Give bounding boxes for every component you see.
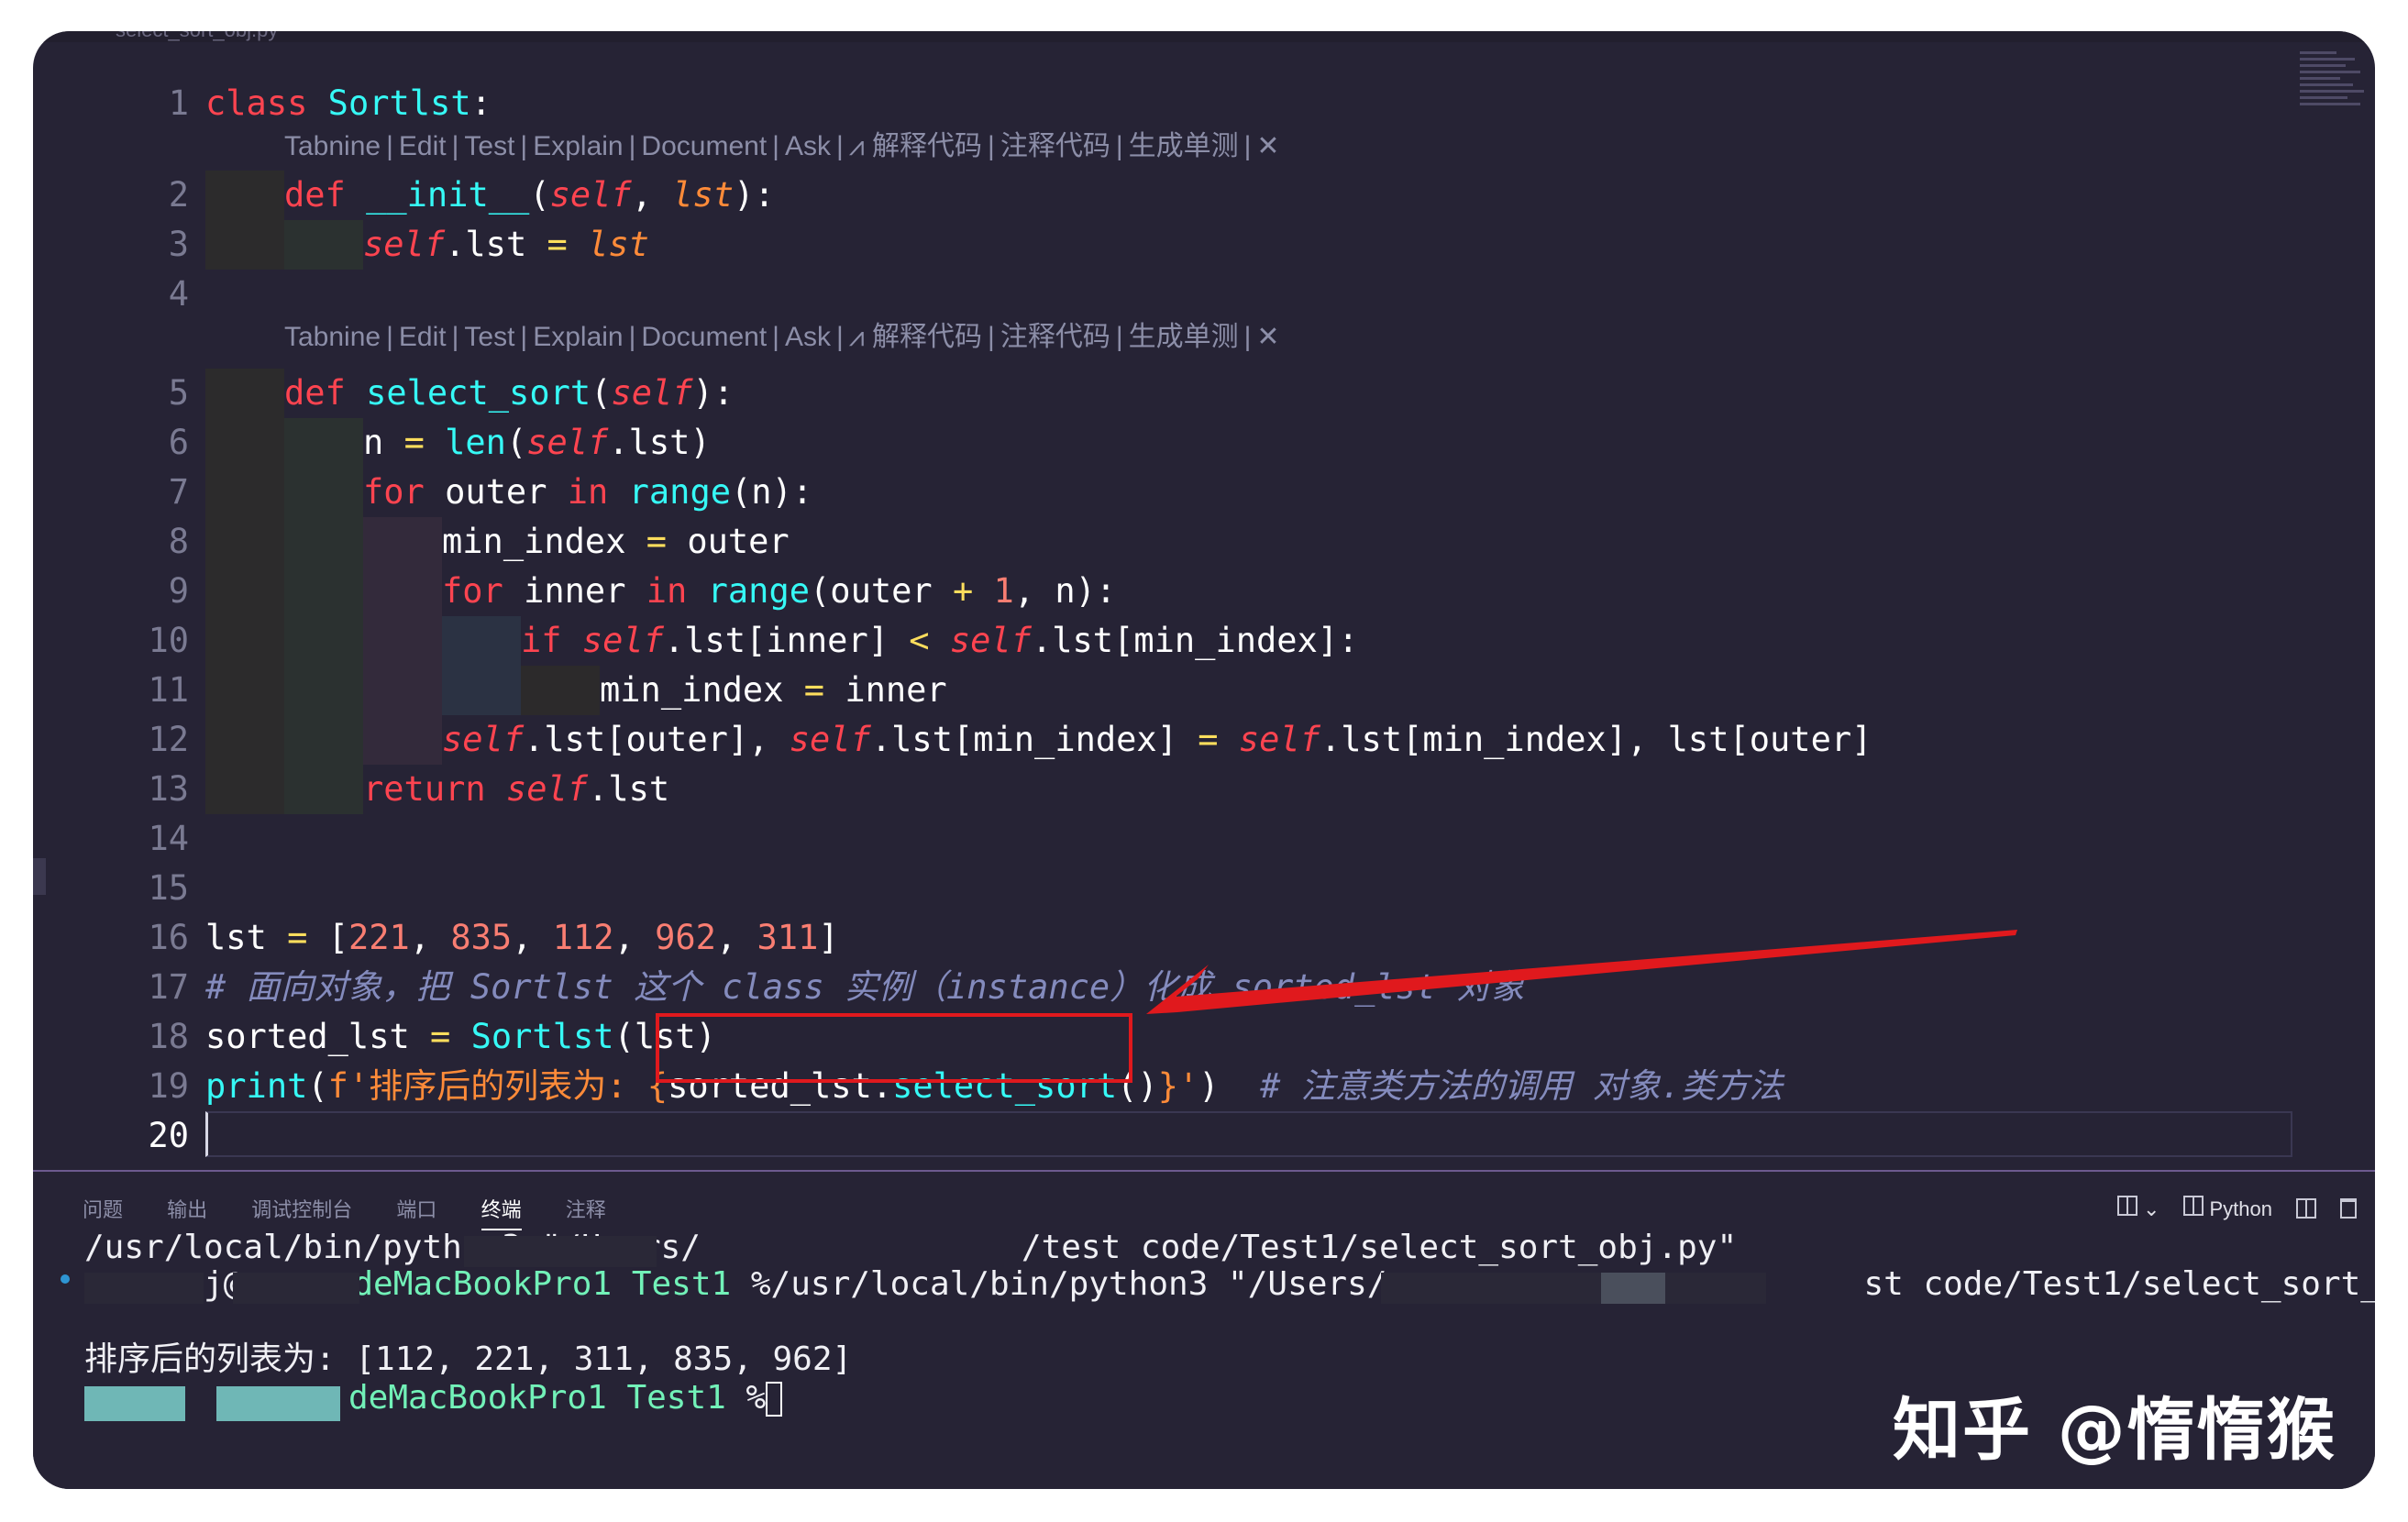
watermark: 知乎 @惰惰猴 [1893, 1391, 2336, 1470]
annotation-arrow [1146, 930, 2017, 1014]
